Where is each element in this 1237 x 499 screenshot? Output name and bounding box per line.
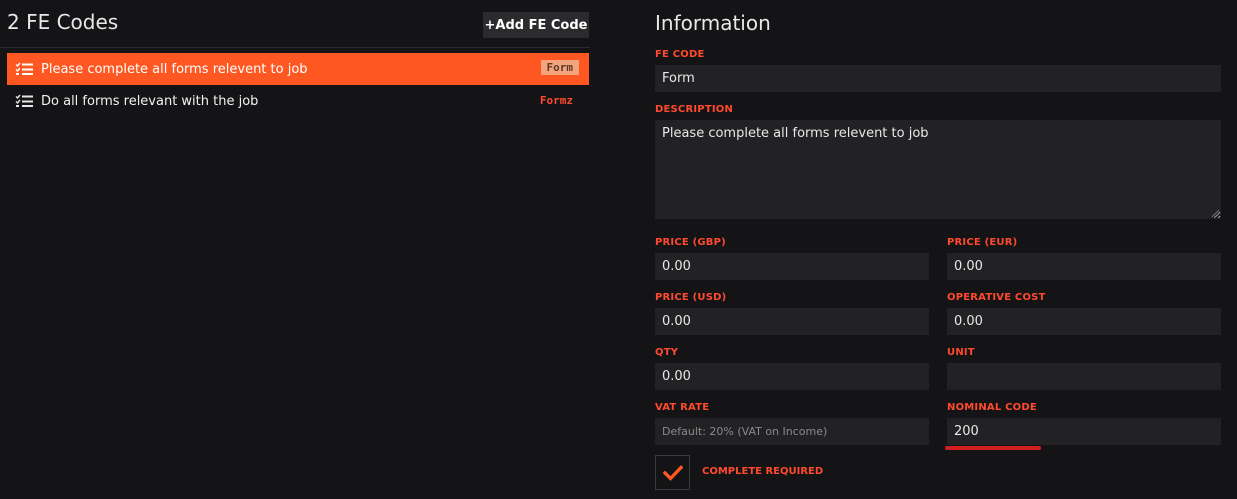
vat-rate-label: VAT RATE	[655, 402, 710, 413]
fe-code-list: Please complete all forms relevent to jo…	[7, 53, 589, 117]
list-header: 2 FE Codes +Add FE Code	[0, 0, 590, 48]
checkmark-icon	[662, 464, 683, 481]
price-usd-input[interactable]	[655, 308, 929, 335]
fe-codes-count-title: 2 FE Codes	[7, 10, 119, 34]
price-gbp-input[interactable]	[655, 253, 929, 280]
add-fe-code-button[interactable]: +Add FE Code	[483, 12, 589, 38]
qty-label: QTY	[655, 347, 679, 358]
price-eur-input[interactable]	[947, 253, 1221, 280]
qty-input[interactable]	[655, 363, 929, 390]
vat-rate-input[interactable]	[655, 418, 929, 445]
nominal-code-input[interactable]	[947, 418, 1221, 445]
price-usd-label: PRICE (USD)	[655, 292, 727, 303]
operative-cost-label: OPERATIVE COST	[947, 292, 1046, 303]
resize-grip-icon[interactable]	[1211, 209, 1219, 217]
information-panel: Information FE CODE DESCRIPTION Please c…	[655, 0, 1221, 499]
fe-codes-page: 2 FE Codes +Add FE Code Please complete …	[0, 0, 1237, 499]
list-item-label: Do all forms relevant with the job	[41, 93, 259, 109]
price-gbp-label: PRICE (GBP)	[655, 237, 726, 248]
complete-required-label: COMPLETE REQUIRED	[702, 466, 824, 477]
fe-codes-list-panel: 2 FE Codes +Add FE Code Please complete …	[0, 0, 600, 499]
fe-code-label: FE CODE	[655, 49, 705, 60]
fe-code-input[interactable]	[655, 65, 1221, 92]
description-textarea[interactable]: Please complete all forms relevent to jo…	[655, 120, 1221, 219]
price-eur-label: PRICE (EUR)	[947, 237, 1018, 248]
operative-cost-input[interactable]	[947, 308, 1221, 335]
checklist-icon	[15, 62, 33, 75]
list-item-fe-code-form[interactable]: Please complete all forms relevent to jo…	[7, 53, 589, 85]
list-item-code-badge: Form	[540, 60, 579, 75]
complete-required-checkbox[interactable]	[655, 455, 690, 490]
annotation-underline	[945, 446, 1041, 450]
list-item-code-badge: Formz	[539, 94, 573, 107]
nominal-code-label: NOMINAL CODE	[947, 402, 1037, 413]
checklist-icon	[15, 94, 33, 107]
unit-input[interactable]	[947, 363, 1221, 390]
unit-label: UNIT	[947, 347, 975, 358]
information-title: Information	[655, 11, 771, 35]
description-label: DESCRIPTION	[655, 104, 734, 115]
list-item-label: Please complete all forms relevent to jo…	[41, 61, 308, 77]
list-item-fe-code-formz[interactable]: Do all forms relevant with the job Formz	[7, 85, 589, 117]
